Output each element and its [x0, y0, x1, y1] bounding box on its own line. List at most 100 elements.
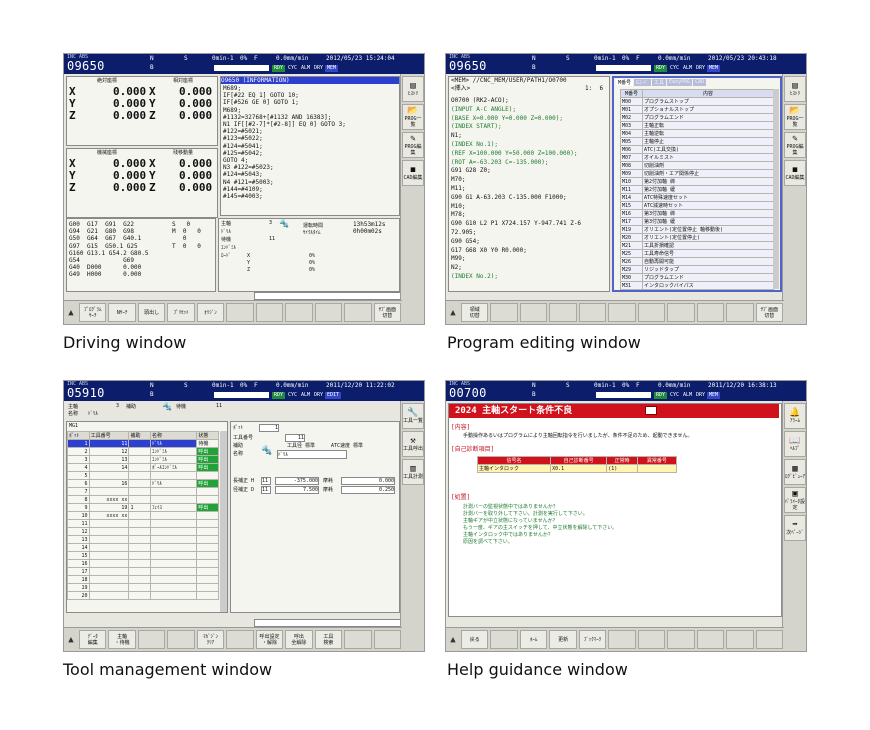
function-key[interactable]: ﾌﾟﾘｾｯﾄ: [167, 303, 195, 322]
side-button[interactable]: ✎ PROG編集: [402, 132, 424, 158]
program-editor[interactable]: <MEM> //CNC_MEM/USER/PATH1/O0700 <挿入> 1:…: [448, 76, 610, 292]
function-key[interactable]: [490, 630, 518, 649]
length-value[interactable]: -375.000: [275, 477, 319, 485]
function-key[interactable]: [344, 303, 372, 322]
function-key[interactable]: [285, 303, 313, 322]
m-code-row[interactable]: M19 オリエント(定位置停止 軸移動後): [620, 225, 774, 234]
m-code-row[interactable]: M00 プログラムストップ: [620, 97, 774, 106]
tool-row[interactable]: 18: [67, 575, 219, 584]
m-code-row[interactable]: M02 プログラムエンド: [620, 113, 774, 122]
m-code-row[interactable]: M09 切削油剤・エア関係停止: [620, 169, 774, 178]
function-key[interactable]: [696, 303, 725, 322]
m-code-row[interactable]: M20 オリエント(定位置停止): [620, 233, 774, 242]
name-field[interactable]: ﾄﾞﾘﾙ: [277, 450, 347, 459]
function-key[interactable]: ﾌﾟﾛｸﾞﾗﾑ ｻｰﾁ: [79, 303, 107, 322]
function-key[interactable]: [578, 303, 607, 322]
side-button[interactable]: 📂 PROG一覧: [784, 104, 806, 130]
list-scrollbar[interactable]: [773, 89, 779, 289]
page-left-arrow-icon[interactable]: ▲: [446, 301, 460, 324]
program-display[interactable]: O9650 (INFORMATION) M689; IF[#22 EQ 1] GO…: [220, 76, 400, 216]
tool-row[interactable]: 2 12 ｴﾝﾄﾞﾐﾙ 呼出: [67, 447, 219, 456]
tool-row[interactable]: 20: [67, 591, 219, 600]
function-key[interactable]: ﾎｰﾑ: [519, 630, 548, 649]
side-button[interactable]: ▦ ﾛｸﾞﾋﾞｭｰｱ: [784, 459, 806, 485]
m-code-row[interactable]: M30 プログラムエンド: [620, 273, 774, 282]
function-key[interactable]: [344, 630, 372, 649]
side-button[interactable]: 🔧 工具一覧: [402, 403, 424, 429]
list-tab[interactable]: 工具: [652, 79, 667, 86]
function-key[interactable]: [373, 630, 401, 649]
tool-row[interactable]: 19: [67, 583, 219, 592]
side-button[interactable]: ▣ ﾊﾟﾗﾒｰﾀ設定: [784, 487, 806, 513]
function-key[interactable]: [226, 630, 254, 649]
function-key[interactable]: [726, 630, 754, 649]
function-key[interactable]: [549, 303, 577, 322]
side-button[interactable]: ▤ ﾋｽﾄﾘ: [402, 76, 424, 102]
function-key[interactable]: [137, 630, 166, 649]
tool-row[interactable]: 14: [67, 543, 219, 552]
diameter-value[interactable]: 7.500: [275, 486, 319, 494]
tool-row[interactable]: 9 19 1 ﾌｪｲｽ 呼出: [67, 503, 219, 512]
side-button[interactable]: ▥ 工具計測: [402, 459, 424, 485]
m-code-row[interactable]: M21 工具折損確認: [620, 241, 774, 250]
wear-value[interactable]: 0.000: [341, 477, 395, 485]
function-key[interactable]: 戻る: [461, 630, 489, 649]
tool-row[interactable]: 15: [67, 551, 219, 560]
function-key[interactable]: [226, 303, 254, 322]
side-button[interactable]: ✎ PROG編集: [784, 132, 806, 158]
function-key[interactable]: ｻﾌﾞ画面 切替: [373, 303, 401, 322]
page-left-arrow-icon[interactable]: ▲: [446, 628, 460, 651]
function-key[interactable]: ﾏｶﾞｼﾞﾝ ｸﾘｱ: [196, 630, 225, 649]
function-key[interactable]: [167, 630, 195, 649]
function-key[interactable]: Nｻｰﾁ: [108, 303, 136, 322]
list-tab[interactable]: CAD: [693, 79, 707, 86]
pot-field[interactable]: 1: [259, 424, 279, 432]
side-button[interactable]: ▤ ﾋｽﾄﾘ: [784, 76, 806, 102]
side-button[interactable]: ◼ CAD編集: [784, 160, 806, 186]
m-code-list[interactable]: M番号 Gｺｰﾄﾞ 工具 EasyPRG CAD M番号 内容 M00 プログラムストップ M0…: [612, 76, 782, 292]
m-code-row[interactable]: M01 オプショナルストップ: [620, 105, 774, 114]
function-key[interactable]: [726, 303, 754, 322]
function-key[interactable]: 呼出設定 ・解除: [255, 630, 284, 649]
tool-row[interactable]: 8 xxxx xx: [67, 495, 219, 504]
function-key[interactable]: [608, 630, 636, 649]
m-code-row[interactable]: M25 工具寿命信号: [620, 249, 774, 258]
list-tab[interactable]: M番号: [616, 79, 634, 86]
function-key[interactable]: 主軸 ・待機: [108, 630, 136, 649]
wear2-value[interactable]: 0.250: [341, 486, 395, 494]
function-key[interactable]: [490, 303, 518, 322]
function-key[interactable]: ﾃﾞｰﾀ 編集: [79, 630, 107, 649]
tool-row[interactable]: 17: [67, 567, 219, 576]
function-key[interactable]: ｻﾌﾞ画面 切替: [755, 303, 783, 322]
tool-row[interactable]: 1 11 ﾄﾞﾘﾙ 待機: [67, 439, 219, 448]
function-key[interactable]: 工具 検索: [314, 630, 343, 649]
side-button[interactable]: 📖 ﾍﾙﾌﾟ: [784, 431, 806, 457]
input-line[interactable]: [254, 619, 404, 627]
function-key[interactable]: 領域 切替: [461, 303, 489, 322]
list-tab[interactable]: EasyPRG: [667, 79, 693, 86]
side-button[interactable]: ◼ CAD編集: [402, 160, 424, 186]
page-left-arrow-icon[interactable]: ▲: [64, 628, 78, 651]
length-no[interactable]: 11: [261, 477, 271, 485]
m-code-row[interactable]: M15 ATC減速時セット: [620, 201, 774, 210]
function-key[interactable]: [314, 303, 343, 322]
m-code-row[interactable]: M05 主軸停止: [620, 137, 774, 146]
function-key[interactable]: [519, 303, 548, 322]
tool-row[interactable]: 7: [67, 487, 219, 496]
tool-row[interactable]: 3 13 ｴﾝﾄﾞﾐﾙ 呼出: [67, 455, 219, 464]
m-code-row[interactable]: M11 第2付加軸 緩: [620, 185, 774, 194]
m-code-row[interactable]: M31 インタロックバイパス: [620, 281, 774, 290]
tool-row[interactable]: 6 16 ﾄﾞﾘﾙ 呼出: [67, 479, 219, 488]
function-key[interactable]: [696, 630, 725, 649]
table-scrollbar[interactable]: [220, 431, 227, 612]
m-code-row[interactable]: M17 第3付加軸 緩: [620, 217, 774, 226]
tool-no-field[interactable]: 11: [285, 434, 305, 442]
m-code-row[interactable]: M29 リジッドタップ: [620, 265, 774, 274]
m-code-row[interactable]: M04 主軸逆転: [620, 129, 774, 138]
function-key[interactable]: [255, 303, 284, 322]
side-button[interactable]: 🔔 ｱﾗｰﾑ: [784, 403, 806, 429]
tool-row[interactable]: 13: [67, 535, 219, 544]
side-button[interactable]: ⚒ 工具呼出: [402, 431, 424, 457]
m-code-row[interactable]: M26 自動再開可能: [620, 257, 774, 266]
function-key[interactable]: [608, 303, 636, 322]
